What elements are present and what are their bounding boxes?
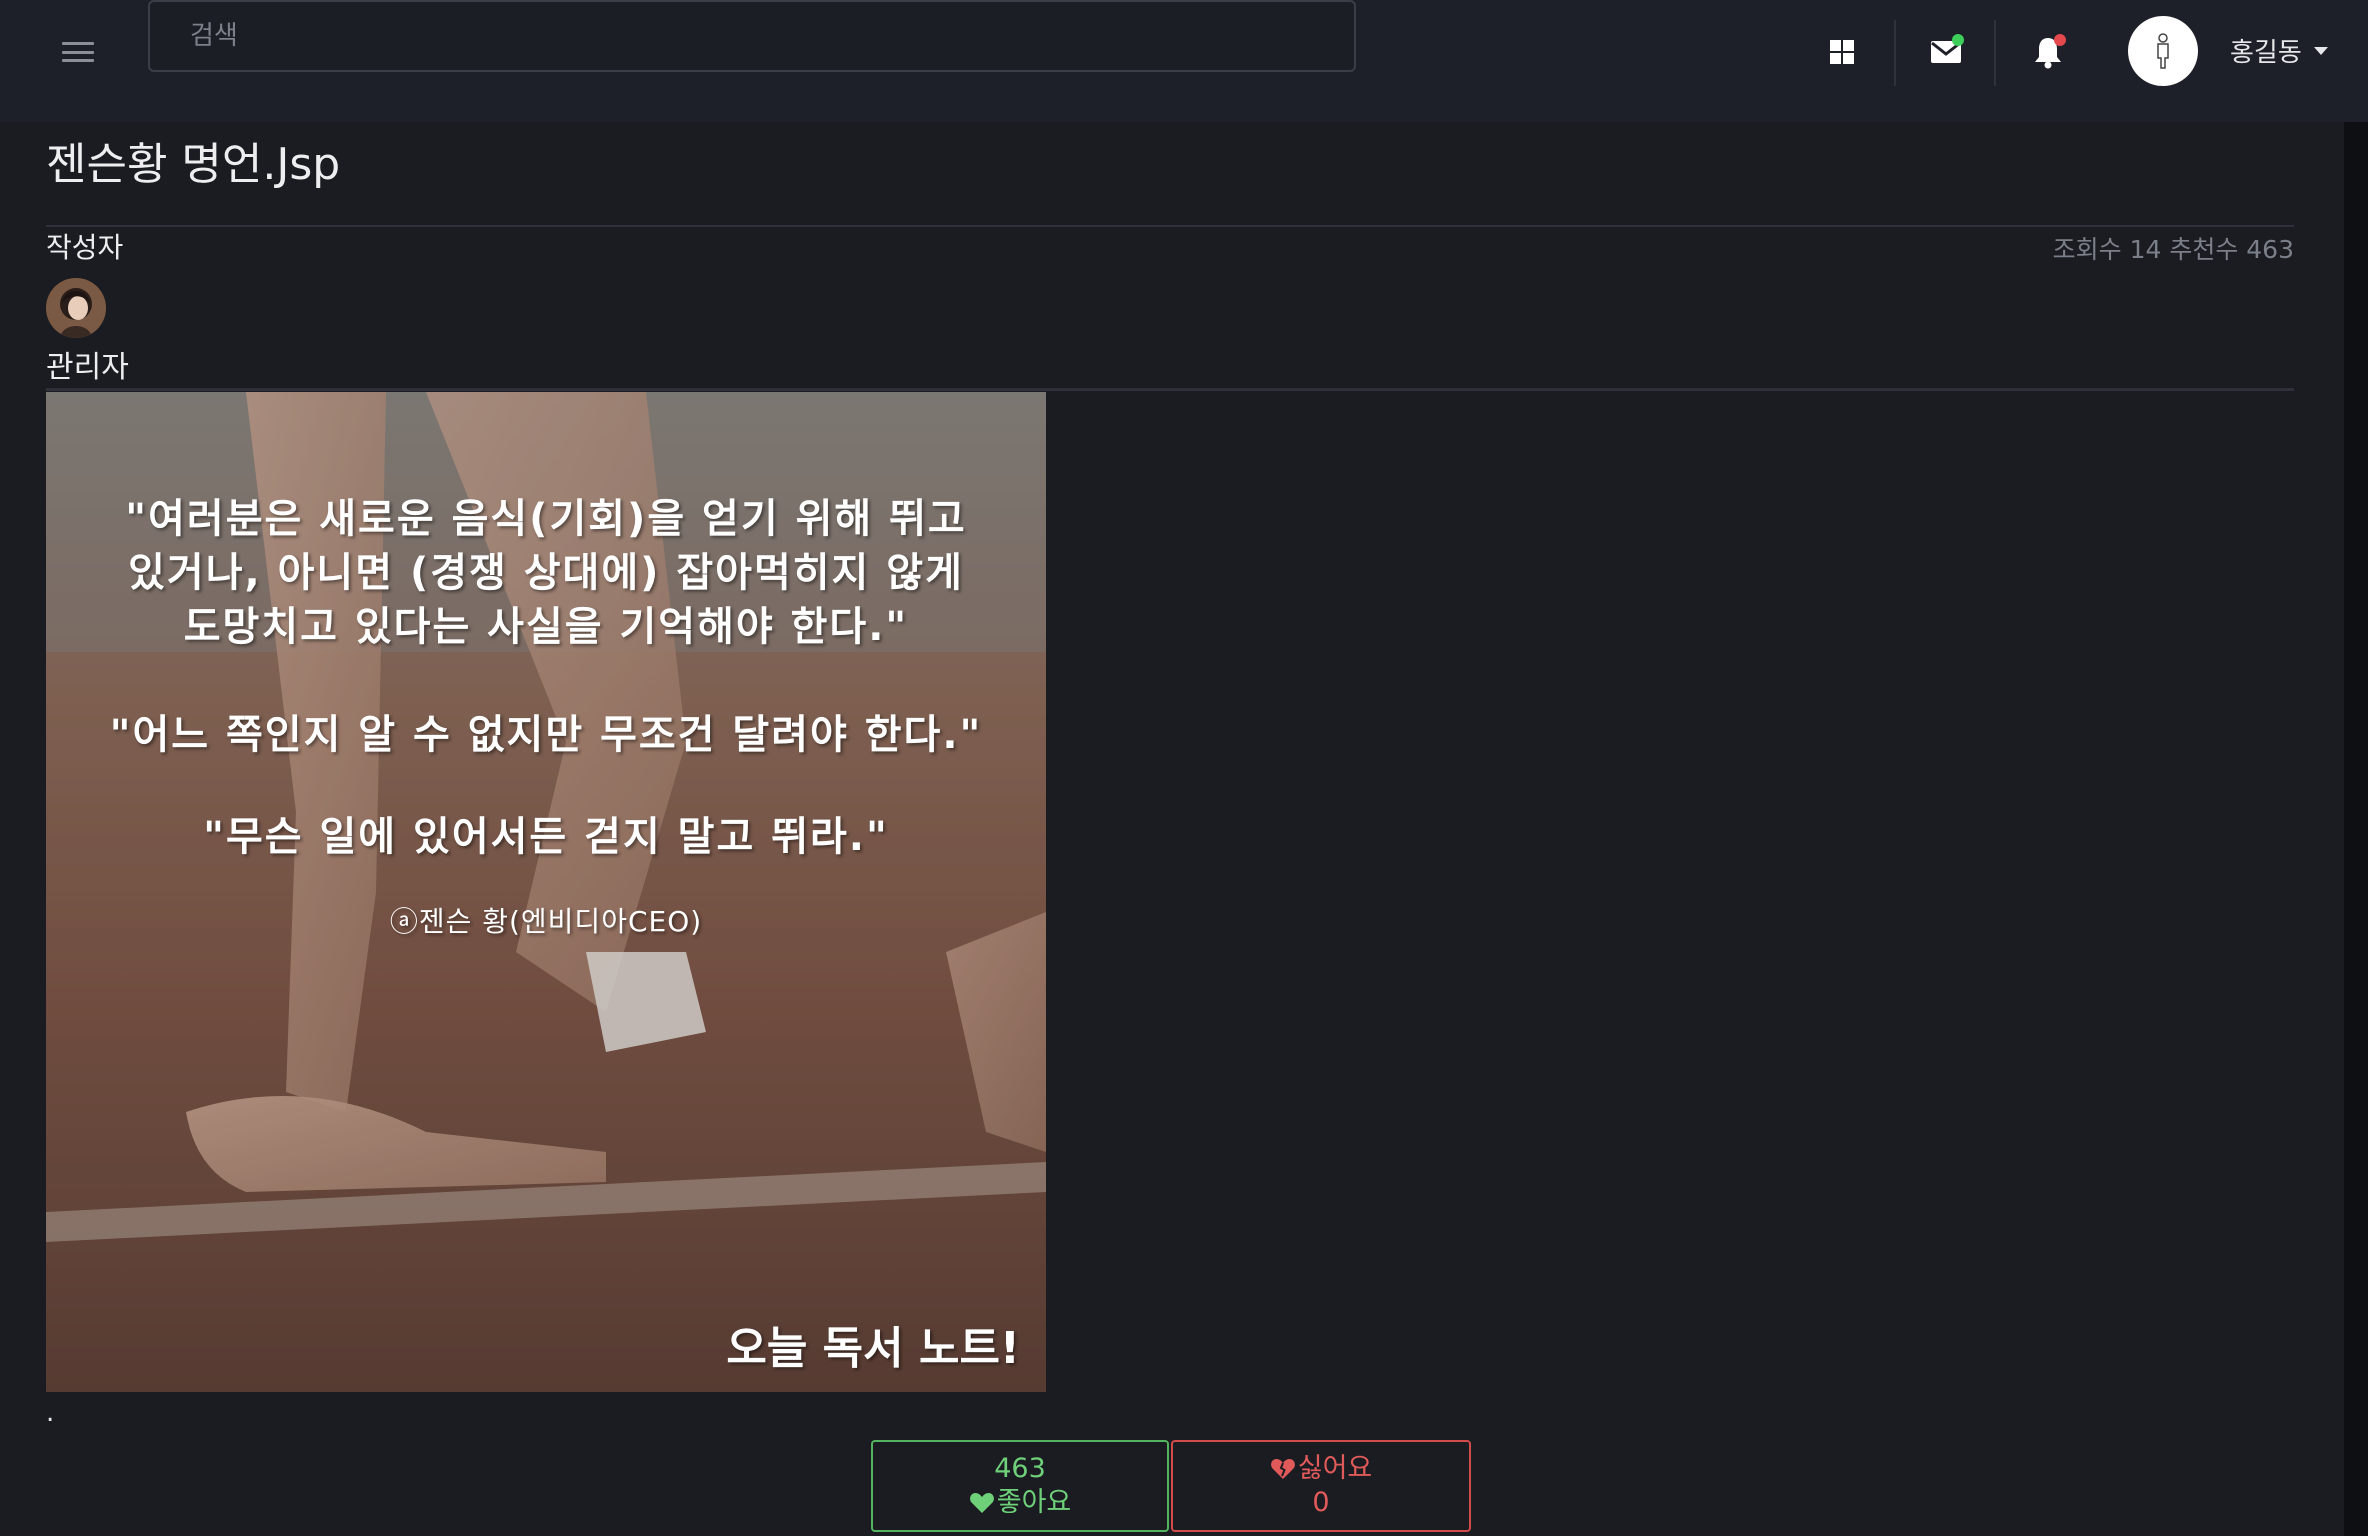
heart-icon [969, 1493, 994, 1513]
divider [46, 388, 2294, 391]
like-label: 좋아요 [996, 1487, 1072, 1518]
post-image: "여러분은 새로운 음식(기회)을 얻기 위해 뛰고 있거나, 아니면 (경쟁 … [46, 392, 1046, 1392]
author-name: 관리자 [46, 350, 129, 385]
user-menu[interactable]: 홍길동 [2230, 32, 2328, 69]
dislike-label: 싫어요 [1297, 1453, 1373, 1484]
scrollbar[interactable] [2344, 122, 2368, 1536]
nav-divider [1994, 20, 1996, 86]
top-navbar: 홍길동 [0, 0, 2368, 122]
post-stats: 조회수 14 추천수 463 [2052, 235, 2294, 264]
user-name: 홍길동 [2230, 38, 2302, 68]
mail-badge [1952, 34, 1964, 46]
quote-1: "여러분은 새로운 음식(기회)을 얻기 위해 뛰고 있거나, 아니면 (경쟁 … [125, 496, 967, 650]
author-label: 작성자 [46, 231, 124, 264]
search-box[interactable] [148, 0, 1356, 72]
like-count: 463 [994, 1453, 1046, 1484]
bell-badge [2054, 34, 2066, 46]
broken-heart-icon [1270, 1459, 1295, 1479]
divider [46, 225, 2294, 227]
brand-watermark: 오늘 독서 노트! [726, 1323, 1020, 1374]
chevron-down-icon [2313, 46, 2328, 55]
post-body: . [46, 1398, 55, 1428]
post-title: 젠슨황 명언.Jsp [46, 139, 341, 190]
user-avatar-button[interactable] [2128, 16, 2198, 86]
user-icon [2157, 33, 2169, 69]
quote-credit: ⓐ젠슨 황(엔비디아CEO) [389, 905, 703, 938]
quote-3: "무슨 일에 있어서든 걷지 말고 뛰라." [203, 814, 889, 860]
menu-icon[interactable] [62, 42, 94, 62]
dislike-count: 0 [1312, 1487, 1330, 1518]
author-avatar[interactable] [46, 278, 106, 338]
nav-divider [1894, 20, 1896, 86]
search-input[interactable] [150, 2, 1354, 70]
dislike-button[interactable]: 싫어요 0 [1171, 1440, 1471, 1532]
grid-icon[interactable] [1822, 32, 1862, 72]
like-button[interactable]: 463 좋아요 [871, 1440, 1169, 1532]
quote-2: "어느 쪽인지 알 수 없지만 무조건 달려야 한다." [109, 712, 983, 758]
